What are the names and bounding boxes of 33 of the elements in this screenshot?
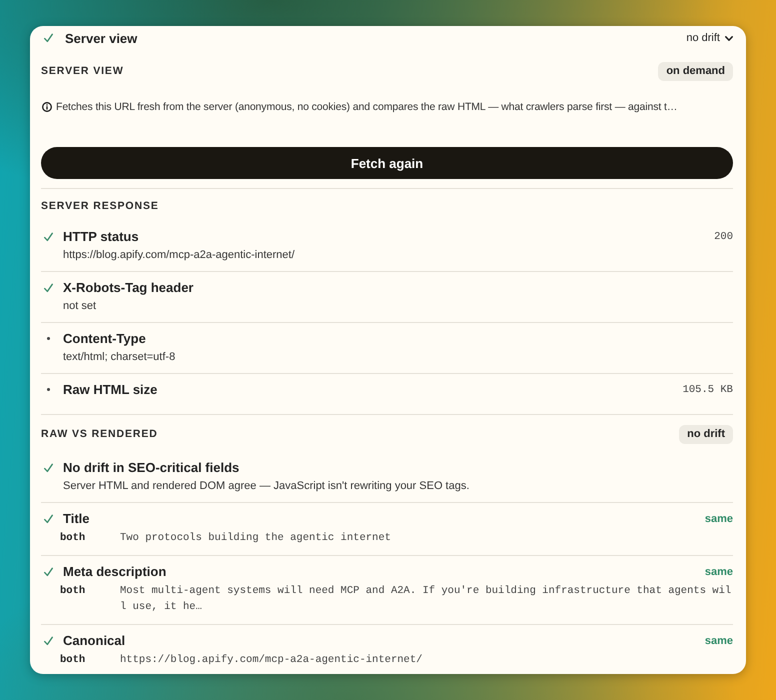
row-detail: text/html; charset=utf-8 bbox=[63, 350, 176, 365]
field-label: Meta description bbox=[63, 564, 168, 579]
row-detail: not set bbox=[63, 299, 98, 314]
field-label: Canonical bbox=[63, 633, 126, 648]
row-label: Content-Type bbox=[63, 331, 146, 346]
row-value: 105.5 KB bbox=[682, 384, 733, 396]
info-text: Fetches this URL fresh from the server (anonymous, no cookies) and compares the raw HTML — what crawlers parse first — against t… bbox=[56, 101, 678, 113]
row-label: HTTP status bbox=[63, 229, 139, 244]
source-label: both bbox=[60, 653, 86, 668]
row-label: Raw HTML size bbox=[63, 382, 158, 397]
panel-title: Server view bbox=[65, 30, 138, 46]
field-value: Most multi-agent systems will need MCP and A2A. If you're building infrastructure that agents will use, it he… bbox=[120, 584, 732, 615]
field-value: https://blog.apify.com/mcp-a2a-agentic-internet/ bbox=[120, 653, 424, 668]
match-status: same bbox=[704, 512, 733, 524]
drift-badge: no drift bbox=[679, 424, 733, 444]
match-status: same bbox=[704, 634, 733, 646]
section-heading: RAW VS RENDERED bbox=[41, 428, 158, 440]
field-value: Two protocols building the agentic internet bbox=[120, 531, 392, 546]
match-status: same bbox=[704, 566, 733, 578]
row-detail: https://blog.apify.com/mcp-a2a-agentic-internet/ bbox=[63, 248, 296, 263]
section-heading: SERVER VIEW bbox=[41, 65, 124, 77]
row-value: 200 bbox=[714, 230, 733, 242]
row-detail: Server HTML and rendered DOM agree — JavaScript isn't rewriting your SEO tags. bbox=[63, 479, 470, 494]
row-label: No drift in SEO-critical fields bbox=[63, 460, 240, 475]
section-heading: SERVER RESPONSE bbox=[41, 200, 159, 212]
drift-dropdown[interactable]: no drift bbox=[686, 32, 733, 44]
fetch-again-button[interactable]: Fetch again bbox=[41, 147, 733, 179]
mode-badge: on demand bbox=[658, 62, 733, 80]
info-icon bbox=[42, 102, 52, 112]
row-label: X-Robots-Tag header bbox=[63, 280, 194, 295]
source-label: both bbox=[60, 531, 86, 546]
source-label: both bbox=[60, 584, 86, 599]
field-label: Title bbox=[63, 511, 90, 526]
